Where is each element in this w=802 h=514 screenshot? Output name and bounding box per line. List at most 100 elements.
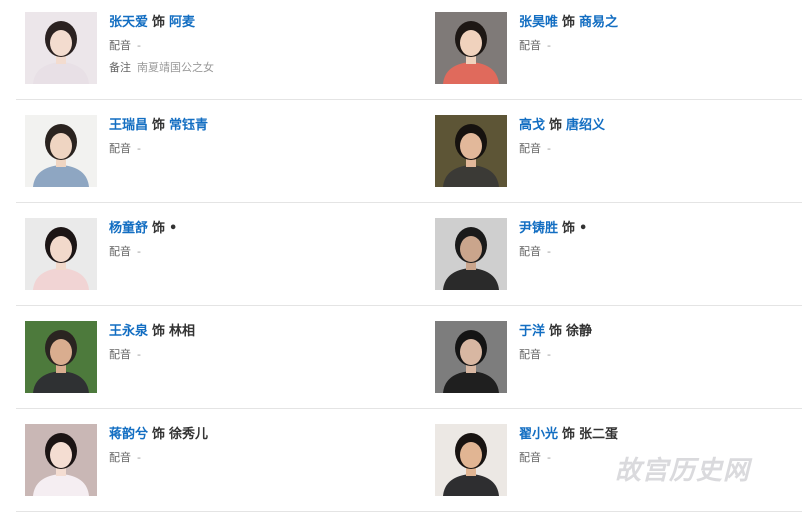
plays-label: 饰 [152,427,166,442]
role-name-link[interactable]: 阿麦 [169,15,195,30]
actor-photo[interactable] [435,218,507,290]
dubbing-label: 配音 [109,142,131,155]
dubbing-line: 配音 - [109,244,405,260]
dubbing-line: 配音 - [519,141,802,157]
cast-info: 张天爱饰阿麦 配音 - 备注 南夏靖国公之女 [109,12,405,76]
actor-photo[interactable] [25,12,97,84]
actor-photo[interactable] [435,321,507,393]
dubbing-label: 配音 [519,39,541,52]
dubbing-line: 配音 - [109,347,405,363]
plays-label: 饰 [152,324,166,339]
cast-title-line: 张天爱饰阿麦 [109,13,405,33]
cast-title-line: 杨童舒饰 • [109,219,405,239]
actor-name-link[interactable]: 王永泉 [109,324,148,339]
cast-info: 蒋韵兮饰徐秀儿配音 - [109,424,405,466]
dubbing-label: 配音 [519,245,541,258]
dubbing-line: 配音 - [519,244,802,260]
role-name: • [169,221,178,236]
cast-card: 杨童舒饰 • 配音 - [25,218,405,308]
role-name-link[interactable]: 常钰青 [169,118,208,133]
cast-info: 于洋饰徐静配音 - [519,321,802,363]
dubbing-label: 配音 [109,39,131,52]
dubbing-line: 配音 - [109,450,405,466]
plays-label: 饰 [152,221,166,236]
dubbing-value: - [137,39,141,52]
dubbing-value: - [547,245,551,258]
dubbing-label: 配音 [109,451,131,464]
plays-label: 饰 [562,221,576,236]
dubbing-line: 配音 - [109,38,405,54]
dubbing-value: - [547,142,551,155]
cast-card: 高戈饰唐绍义配音 - [435,115,802,205]
cast-info: 张昊唯饰商易之配音 - [519,12,802,54]
dubbing-line: 配音 - [519,38,802,54]
cast-title-line: 张昊唯饰商易之 [519,13,802,33]
actor-photo[interactable] [25,115,97,187]
plays-label: 饰 [549,118,563,133]
dubbing-label: 配音 [519,348,541,361]
cast-info: 王永泉饰林相配音 - [109,321,405,363]
actor-photo[interactable] [25,218,97,290]
actor-photo[interactable] [25,424,97,496]
dubbing-value: - [137,245,141,258]
cast-info: 尹铸胜饰 • 配音 - [519,218,802,260]
plays-label: 饰 [152,15,166,30]
actor-photo[interactable] [25,321,97,393]
actor-name-link[interactable]: 于洋 [519,324,545,339]
role-name-link[interactable]: 唐绍义 [566,118,605,133]
cast-title-line: 王瑞昌饰常钰青 [109,116,405,136]
actor-photo[interactable] [435,424,507,496]
plays-label: 饰 [562,427,576,442]
cast-title-line: 蒋韵兮饰徐秀儿 [109,425,405,445]
dubbing-value: - [137,451,141,464]
actor-photo[interactable] [435,115,507,187]
actor-name-link[interactable]: 王瑞昌 [109,118,148,133]
role-name: 徐秀儿 [169,427,209,442]
actor-name-link[interactable]: 张天爱 [109,15,148,30]
dubbing-line: 配音 - [519,347,802,363]
dubbing-label: 配音 [109,245,131,258]
role-name: 徐静 [566,324,593,339]
role-name-link[interactable]: 商易之 [579,15,618,30]
actor-name-link[interactable]: 翟小光 [519,427,558,442]
cast-title-line: 于洋饰徐静 [519,322,802,342]
cast-card: 张天爱饰阿麦 配音 - 备注 南夏靖国公之女 [25,12,405,102]
role-name: 张二蛋 [579,427,619,442]
cast-title-line: 王永泉饰林相 [109,322,405,342]
cast-title-line: 高戈饰唐绍义 [519,116,802,136]
row-divider [16,408,802,409]
row-divider [16,202,802,203]
dubbing-value: - [137,142,141,155]
note-value: 南夏靖国公之女 [137,61,214,74]
cast-card: 尹铸胜饰 • 配音 - [435,218,802,308]
role-name: • [579,221,588,236]
cast-card: 张昊唯饰商易之配音 - [435,12,802,102]
actor-name-link[interactable]: 张昊唯 [519,15,558,30]
dubbing-value: - [547,39,551,52]
dubbing-value: - [547,451,551,464]
cast-card: 王永泉饰林相配音 - [25,321,405,411]
cast-info: 高戈饰唐绍义配音 - [519,115,802,157]
dubbing-value: - [137,348,141,361]
plays-label: 饰 [152,118,166,133]
dubbing-label: 配音 [109,348,131,361]
dubbing-value: - [547,348,551,361]
plays-label: 饰 [562,15,576,30]
dubbing-label: 配音 [519,451,541,464]
actor-name-link[interactable]: 蒋韵兮 [109,427,148,442]
role-name: 林相 [169,324,196,339]
actor-name-link[interactable]: 高戈 [519,118,545,133]
note-line: 备注 南夏靖国公之女 [109,60,405,76]
cast-card: 于洋饰徐静配音 - [435,321,802,411]
site-watermark: 故宫历史网 [615,456,751,486]
cast-card: 王瑞昌饰常钰青配音 - [25,115,405,205]
dubbing-label: 配音 [519,142,541,155]
note-label: 备注 [109,61,131,74]
cast-info: 王瑞昌饰常钰青配音 - [109,115,405,157]
actor-name-link[interactable]: 尹铸胜 [519,221,558,236]
row-divider [16,99,802,100]
actor-photo[interactable] [435,12,507,84]
actor-name-link[interactable]: 杨童舒 [109,221,148,236]
cast-info: 杨童舒饰 • 配音 - [109,218,405,260]
dubbing-line: 配音 - [109,141,405,157]
